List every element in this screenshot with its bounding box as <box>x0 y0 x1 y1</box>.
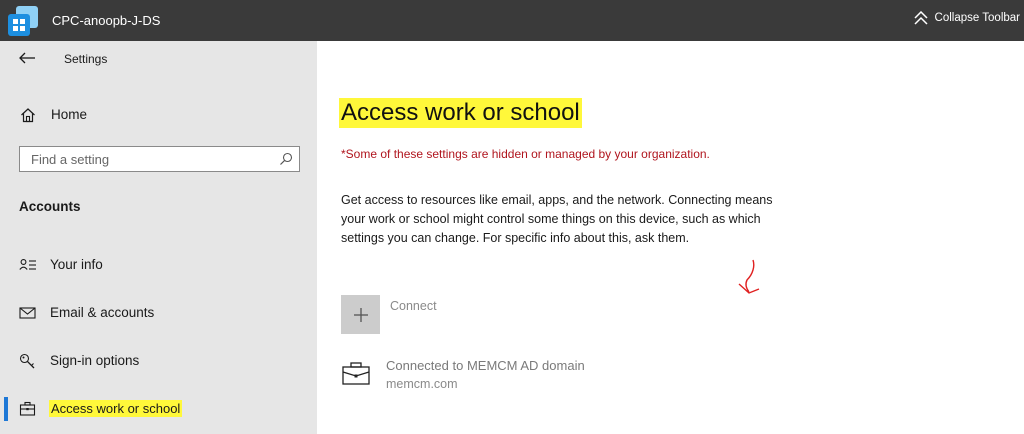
sidebar-item-access-work-school-label: Access work or school <box>49 400 183 417</box>
sidebar-item-email-accounts[interactable]: Email & accounts <box>0 297 317 329</box>
connected-account-item[interactable]: Connected to MEMCM AD domain memcm.com <box>341 357 741 397</box>
accounts-section-title: Accounts <box>19 199 81 214</box>
settings-sidebar: Settings Home Accounts Your info <box>0 41 317 434</box>
active-indicator <box>4 397 8 421</box>
sidebar-item-your-info-label: Your info <box>50 257 103 272</box>
connect-button[interactable]: Connect <box>341 295 541 335</box>
briefcase-icon <box>342 362 370 385</box>
plus-icon <box>353 307 368 322</box>
windows-365-logo-icon <box>8 6 38 36</box>
home-icon <box>21 108 35 123</box>
sidebar-header: Settings <box>0 41 317 75</box>
connect-tile[interactable] <box>341 295 380 334</box>
key-icon <box>19 353 35 369</box>
page-title: Access work or school <box>339 98 582 128</box>
session-title: CPC-anoopb-J-DS <box>52 13 161 28</box>
find-setting-search[interactable] <box>19 146 300 172</box>
connected-account-name: Connected to MEMCM AD domain <box>386 358 585 373</box>
collapse-toolbar-button[interactable]: Collapse Toolbar <box>913 11 1020 25</box>
settings-title: Settings <box>64 52 108 66</box>
main-content: Access work or school *Some of these set… <box>317 41 1024 434</box>
managed-by-org-notice: *Some of these settings are hidden or ma… <box>341 147 710 161</box>
collapse-toolbar-label: Collapse Toolbar <box>934 12 1020 24</box>
annotation-arrow-icon <box>738 259 760 294</box>
back-arrow-icon[interactable] <box>18 51 36 65</box>
search-icon[interactable] <box>279 152 293 166</box>
person-icon <box>19 259 36 270</box>
sidebar-item-your-info[interactable]: Your info <box>0 249 317 281</box>
page-description: Get access to resources like email, apps… <box>341 193 773 245</box>
connected-account-domain: memcm.com <box>386 377 458 391</box>
connect-label: Connect <box>390 299 437 313</box>
chevron-double-up-icon <box>914 11 928 25</box>
sidebar-item-email-accounts-label: Email & accounts <box>50 305 155 320</box>
sidebar-item-sign-in-options-label: Sign-in options <box>50 353 140 368</box>
sidebar-item-home-label: Home <box>51 107 88 122</box>
sidebar-item-access-work-school[interactable]: Access work or school <box>0 393 317 425</box>
remote-toolbar: CPC-anoopb-J-DS Collapse Toolbar <box>0 0 1024 41</box>
sidebar-item-home[interactable]: Home <box>0 101 317 129</box>
find-setting-input[interactable] <box>20 147 270 171</box>
briefcase-icon <box>19 401 36 416</box>
sidebar-item-sign-in-options[interactable]: Sign-in options <box>0 345 317 377</box>
mail-icon <box>19 307 36 319</box>
